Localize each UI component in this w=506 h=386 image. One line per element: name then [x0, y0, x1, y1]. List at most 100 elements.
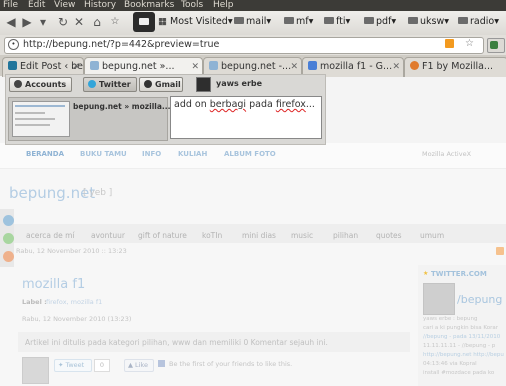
- twitter-icon: [88, 80, 96, 88]
- tweet-list: yaws erbe : bepung cari a ki pungkin bis…: [423, 315, 505, 378]
- menu-bookmarks[interactable]: Bookmarks: [124, 0, 174, 11]
- gmail-tab-button[interactable]: Gmail: [139, 77, 183, 92]
- thumbnail-image: [12, 101, 70, 137]
- search-engine-icon: [490, 41, 498, 49]
- rss-icon[interactable]: [445, 39, 454, 48]
- category-gift-of-nature[interactable]: gift of nature: [138, 231, 187, 240]
- share-popup: Accounts Twitter Gmail yaws erbe bepung.…: [5, 74, 326, 145]
- wordpress-icon: [8, 61, 17, 70]
- thumbnail-line: [15, 118, 55, 120]
- folder-icon: [364, 17, 374, 24]
- category-kotin[interactable]: koTIn: [202, 231, 222, 240]
- tweet-count: 0: [94, 359, 110, 372]
- nav-beranda[interactable]: BERANDA: [26, 150, 64, 158]
- category-music[interactable]: music: [291, 231, 313, 240]
- tweet-line[interactable]: http://bepung.net http://bepu: [423, 351, 505, 360]
- share-button[interactable]: [133, 12, 155, 32]
- bookmark-folder-pdf[interactable]: pdf▾: [364, 16, 396, 28]
- menu-bar: File Edit View History Bookmarks Tools H…: [0, 0, 506, 11]
- folder-icon: [408, 17, 418, 24]
- reload-icon[interactable]: ↻: [56, 15, 70, 29]
- firefox-icon: [410, 61, 419, 70]
- twitter-star-icon: ★: [423, 270, 429, 277]
- bookmark-star-icon[interactable]: ☆: [108, 15, 122, 29]
- tab-strip: Edit Post ‹ be...✕ bepung.net »...✕ bepu…: [0, 55, 506, 77]
- tab-f1-mozilla[interactable]: F1 by Mozilla...: [404, 57, 506, 77]
- search-engine-button[interactable]: [487, 38, 505, 53]
- category-pilihan[interactable]: pilihan: [333, 231, 358, 240]
- bookmark-folder-radio[interactable]: radio▾: [458, 16, 499, 28]
- back-icon[interactable]: ◀: [4, 15, 18, 29]
- twitter-avatar: [423, 283, 455, 315]
- user-name: yaws erbe: [216, 79, 263, 88]
- page-thumbnail: bepung.net » mozilla...: [8, 97, 171, 141]
- side-firefox-icon[interactable]: [3, 251, 14, 262]
- feed-icon[interactable]: [496, 247, 504, 255]
- bookmark-most-visited[interactable]: ▦ Most Visited▾: [158, 16, 233, 28]
- facebook-icon: [158, 360, 165, 367]
- accounts-button[interactable]: Accounts: [9, 77, 72, 92]
- share-link-title: bepung.net » mozilla...: [73, 102, 171, 111]
- dropdown-icon[interactable]: ▾: [36, 15, 50, 29]
- compose-textarea[interactable]: add on berbagi pada firefox...: [170, 96, 322, 139]
- thumbs-up-icon: ▲: [128, 361, 133, 369]
- author-avatar: [22, 357, 49, 384]
- most-visited-icon: ▦: [158, 16, 170, 27]
- bookmark-folder-mail[interactable]: mail▾: [234, 16, 271, 28]
- category-quotes[interactable]: quotes: [376, 231, 402, 240]
- forward-icon[interactable]: ▶: [20, 15, 34, 29]
- url-text: http://bepung.net/?p=442&preview=true: [23, 39, 220, 50]
- site-favicon-icon: [209, 61, 218, 70]
- like-button[interactable]: ▲ Like: [124, 359, 154, 372]
- accounts-icon: [14, 80, 22, 88]
- menu-file[interactable]: File: [3, 0, 18, 11]
- star-icon[interactable]: ☆: [465, 38, 474, 49]
- category-acerca[interactable]: acerca de mí: [26, 231, 75, 240]
- close-tab-icon[interactable]: ✕: [392, 58, 400, 76]
- nav-album-foto[interactable]: ALBUM FOTO: [224, 150, 276, 158]
- stop-icon[interactable]: ✕: [72, 15, 86, 29]
- folder-icon: [234, 17, 244, 24]
- tweet-line[interactable]: //bepung - pada 13/11/2010: [423, 333, 505, 342]
- side-chat-icon[interactable]: [3, 233, 14, 244]
- nav-kuliah[interactable]: KULIAH: [178, 150, 207, 158]
- site-identity-icon[interactable]: •: [8, 39, 19, 50]
- web-page: BERANDA BUKU TAMU INFO KULIAH ALBUM FOTO…: [0, 143, 506, 386]
- tweet-line: install #mozdace pada ko: [423, 370, 495, 376]
- menu-help[interactable]: Help: [213, 0, 234, 11]
- category-avontuur[interactable]: avontuur: [91, 231, 125, 240]
- menu-history[interactable]: History: [84, 0, 116, 11]
- post-excerpt-box: Artikel ini ditulis pada kategori piliha…: [18, 332, 410, 352]
- folder-icon: [458, 17, 468, 24]
- category-umum[interactable]: umum: [420, 231, 444, 240]
- menu-edit[interactable]: Edit: [28, 0, 45, 11]
- speech-bubble-icon: [139, 18, 149, 25]
- menu-tools[interactable]: Tools: [181, 0, 203, 11]
- tweet-button[interactable]: ✦ Tweet: [54, 359, 92, 372]
- side-share-icon[interactable]: [3, 215, 14, 226]
- bookmark-folder-uksw[interactable]: uksw▾: [408, 16, 449, 28]
- twitter-handle[interactable]: /bepung: [457, 293, 502, 306]
- twitter-tab-button[interactable]: Twitter: [83, 77, 137, 92]
- post-title[interactable]: mozilla f1: [22, 277, 85, 292]
- sidebar-heading: TWITTER.COM: [431, 270, 487, 278]
- home-icon[interactable]: ⌂: [90, 15, 104, 29]
- tweet-line: yaws erbe : bepung: [423, 316, 478, 322]
- post-label-prefix: Label :: [22, 298, 47, 306]
- tweet-line: 04:13:46 via Kopral: [423, 361, 477, 367]
- site-tagline: [ yeb ]: [83, 188, 113, 198]
- navigation-toolbar: ◀ ▶ ▾ ↻ ✕ ⌂ ☆ ▦ Most Visited▾ mail▾ mf▾ …: [0, 11, 506, 36]
- nav-right-text[interactable]: Mozilla ActiveX: [422, 150, 471, 158]
- user-avatar: [196, 77, 211, 92]
- bookmark-folder-fti[interactable]: fti▾: [324, 16, 350, 28]
- thumbnail-line: [15, 124, 50, 126]
- post-labels[interactable]: firefox, mozilla f1: [46, 298, 102, 306]
- bookmark-folder-mf[interactable]: mf▾: [284, 16, 313, 28]
- nav-buku-tamu[interactable]: BUKU TAMU: [80, 150, 127, 158]
- menu-view[interactable]: View: [54, 0, 75, 11]
- folder-icon: [324, 17, 334, 24]
- category-mini-dias[interactable]: mini dias: [242, 231, 276, 240]
- nav-info[interactable]: INFO: [142, 150, 161, 158]
- thumbnail-line: [15, 105, 65, 107]
- address-bar[interactable]: • http://bepung.net/?p=442&preview=true …: [4, 37, 484, 54]
